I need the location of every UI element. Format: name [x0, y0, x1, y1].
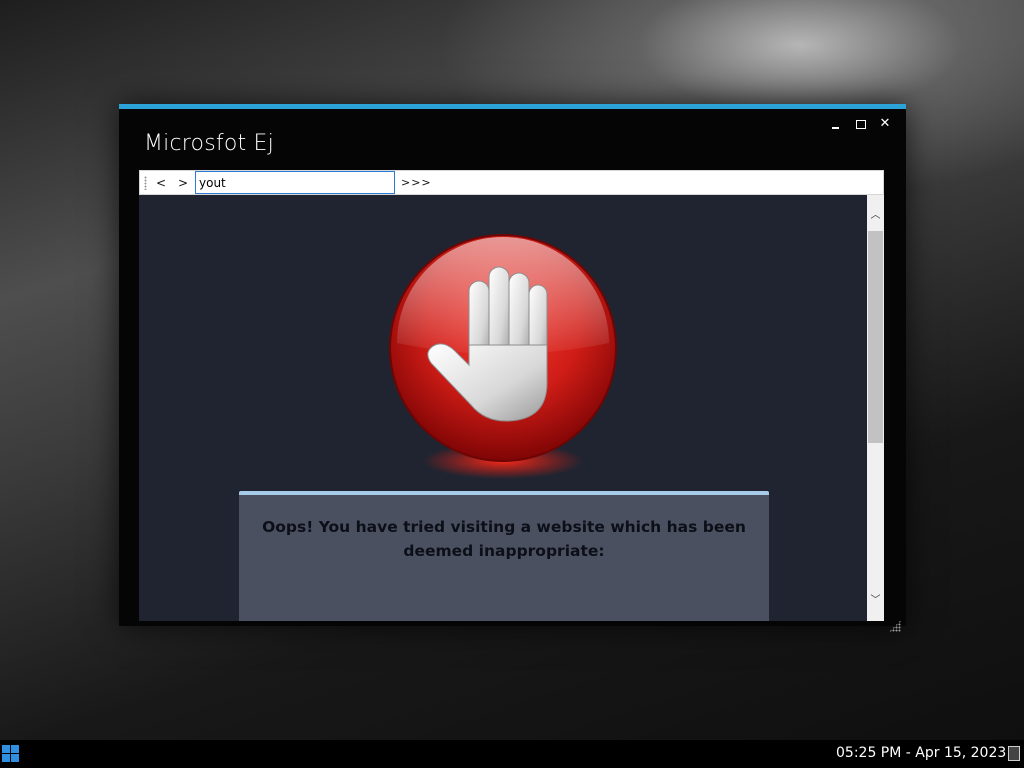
close-button[interactable]: ✕ — [874, 115, 896, 133]
notification-icon[interactable] — [1008, 746, 1020, 761]
vertical-scrollbar[interactable]: ︿ ﹀ — [867, 195, 884, 621]
blocked-message-panel: Oops! You have tried visiting a website … — [239, 491, 769, 621]
scroll-up-icon[interactable]: ︿ — [867, 207, 884, 224]
blocked-message-text: Oops! You have tried visiting a website … — [262, 518, 746, 560]
maximize-button[interactable] — [850, 115, 872, 133]
go-button[interactable]: >>> — [401, 174, 432, 192]
stop-hand-icon — [389, 234, 617, 479]
web-content: Oops! You have tried visiting a website … — [139, 195, 884, 621]
address-input[interactable] — [195, 171, 395, 194]
scrollbar-thumb[interactable] — [868, 231, 883, 443]
toolbar-grip-icon[interactable] — [144, 176, 147, 190]
back-button[interactable]: < — [153, 174, 169, 192]
forward-button[interactable]: > — [175, 174, 191, 192]
minimize-button[interactable] — [825, 115, 847, 133]
navigation-toolbar: < > >>> — [139, 170, 884, 195]
taskbar-clock[interactable]: 05:25 PM - Apr 15, 2023 — [836, 745, 1006, 761]
scroll-down-icon[interactable]: ﹀ — [867, 592, 884, 609]
browser-window: Microsfot Ej ✕ < > >>> — [119, 104, 906, 626]
taskbar: 05:25 PM - Apr 15, 2023 — [0, 740, 1024, 768]
window-title: Microsfot Ej — [144, 131, 274, 156]
windows-logo-icon[interactable] — [2, 745, 19, 762]
